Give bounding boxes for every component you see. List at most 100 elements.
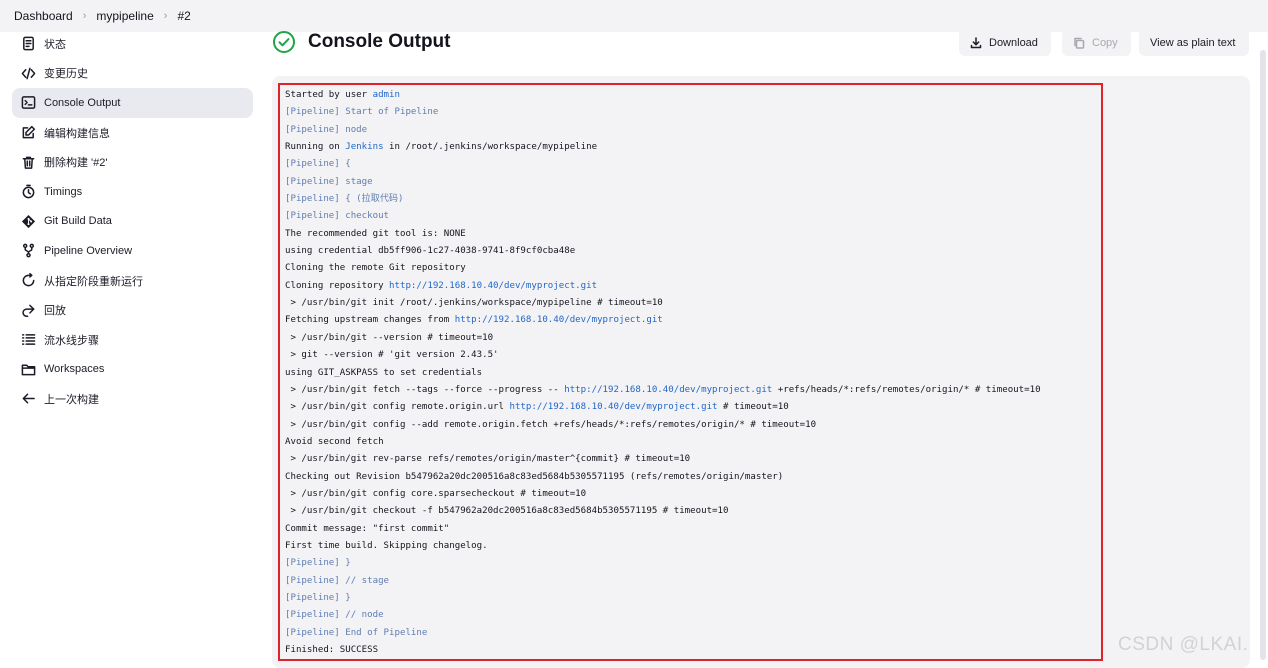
sidebar-item-label: 上一次构建 [44, 393, 99, 406]
console-text: in /root/.jenkins/workspace/mypipeline [383, 142, 598, 153]
console-line: [Pipeline] // stage [285, 573, 1100, 590]
sidebar: 状态 变更历史 Console Output 编辑构建信息 删除构建 '#2' … [12, 29, 253, 414]
console-text: Checking out Revision b547962a20dc200516… [285, 471, 784, 482]
console-line: > git --version # 'git version 2.43.5' [285, 347, 1100, 364]
console-text: # timeout=10 [717, 402, 789, 413]
watermark: CSDN @LKAI. [1118, 634, 1249, 655]
pipeline-step-text: [Pipeline] } [285, 558, 351, 569]
console-line: [Pipeline] node [285, 122, 1100, 139]
code-icon [20, 65, 36, 81]
sidebar-item-git-build-data[interactable]: Git Build Data [12, 207, 253, 237]
download-icon [970, 36, 982, 48]
console-line: [Pipeline] Start of Pipeline [285, 104, 1100, 121]
console-output: Started by user admin [Pipeline] Start of… [285, 87, 1100, 659]
sidebar-item-pipeline-steps[interactable]: 流水线步骤 [12, 325, 253, 355]
sidebar-item-workspaces[interactable]: Workspaces [12, 355, 253, 385]
sidebar-item-status[interactable]: 状态 [12, 29, 253, 59]
sidebar-item-delete-build[interactable]: 删除构建 '#2' [12, 147, 253, 177]
download-button[interactable]: Download [959, 29, 1051, 56]
sidebar-item-replay[interactable]: 回放 [12, 295, 253, 325]
pipeline-step-text: [Pipeline] checkout [285, 211, 390, 222]
list-icon [20, 332, 36, 348]
console-text: > /usr/bin/git config --add remote.origi… [285, 419, 817, 430]
console-text: > /usr/bin/git --version # timeout=10 [285, 332, 494, 343]
pipeline-step-text: [Pipeline] Start of Pipeline [285, 107, 439, 118]
console-line: [Pipeline] checkout [285, 208, 1100, 225]
trash-icon [20, 154, 36, 170]
console-text: using credential db5ff906-1c27-4038-9741… [285, 246, 576, 257]
console-line: > /usr/bin/git config core.sparsecheckou… [285, 486, 1100, 503]
console-text: Started by user [285, 90, 373, 100]
console-link[interactable]: http://192.168.10.40/dev/myproject.git [389, 281, 597, 291]
page-title: Console Output [308, 31, 451, 52]
sidebar-item-console-output[interactable]: Console Output [12, 88, 253, 118]
console-link[interactable]: admin [373, 90, 400, 100]
console-line: > /usr/bin/git config remote.origin.url … [285, 399, 1100, 416]
console-line: > /usr/bin/git checkout -f b547962a20dc2… [285, 503, 1100, 520]
console-text: +refs/heads/*:refs/remotes/origin/* # ti… [772, 384, 1041, 395]
console-text: Cloning the remote Git repository [285, 263, 466, 274]
view-plain-text-label: View as plain text [1150, 36, 1236, 49]
console-line: [Pipeline] } [285, 555, 1100, 572]
console-line: [Pipeline] { [285, 156, 1100, 173]
view-plain-text-button[interactable]: View as plain text [1139, 29, 1249, 56]
sidebar-item-label: 删除构建 '#2' [44, 157, 108, 170]
sidebar-item-timings[interactable]: Timings [12, 177, 253, 207]
console-text: > /usr/bin/git init /root/.jenkins/works… [285, 298, 663, 309]
console-link[interactable]: http://192.168.10.40/dev/myproject.git [509, 402, 717, 412]
console-line: Running on Jenkins in /root/.jenkins/wor… [285, 139, 1100, 156]
sidebar-item-restart-from-stage[interactable]: 从指定阶段重新运行 [12, 266, 253, 296]
console-link[interactable]: http://192.168.10.40/dev/myproject.git [455, 315, 663, 325]
breadcrumb: Dashboard › mypipeline › #2 [0, 0, 1268, 32]
console-text: > git --version # 'git version 2.43.5' [285, 350, 499, 361]
folder-icon [20, 361, 36, 377]
sidebar-item-label: Workspaces [44, 363, 105, 376]
sidebar-item-changes[interactable]: 变更历史 [12, 59, 253, 89]
sidebar-item-edit-build-info[interactable]: 编辑构建信息 [12, 118, 253, 148]
console-line: [Pipeline] } [285, 590, 1100, 607]
console-text: The recommended git tool is: NONE [285, 228, 466, 239]
scrollbar[interactable] [1260, 50, 1266, 660]
breadcrumb-job[interactable]: mypipeline [96, 9, 153, 23]
console-line: The recommended git tool is: NONE [285, 226, 1100, 243]
sidebar-item-label: Pipeline Overview [44, 244, 133, 257]
console-line: > /usr/bin/git rev-parse refs/remotes/or… [285, 451, 1100, 468]
console-line: > /usr/bin/git config --add remote.origi… [285, 417, 1100, 434]
console-link[interactable]: http://192.168.10.40/dev/myproject.git [564, 385, 772, 395]
arrow-left-icon [20, 391, 36, 407]
replay-icon [20, 302, 36, 318]
pipeline-icon [20, 243, 36, 259]
console-text: using GIT_ASKPASS to set credentials [285, 367, 483, 378]
console-line: First time build. Skipping changelog. [285, 538, 1100, 555]
pipeline-step-text: [Pipeline] node [285, 124, 368, 135]
success-check-icon [273, 31, 295, 53]
console-line: using GIT_ASKPASS to set credentials [285, 365, 1100, 382]
console-text: Running on [285, 142, 346, 153]
sidebar-item-pipeline-overview[interactable]: Pipeline Overview [12, 236, 253, 266]
console-line: Avoid second fetch [285, 434, 1100, 451]
console-text: Finished: SUCCESS [285, 645, 379, 655]
console-line: using credential db5ff906-1c27-4038-9741… [285, 243, 1100, 260]
console-line: Checking out Revision b547962a20dc200516… [285, 469, 1100, 486]
chevron-right-icon: › [82, 10, 87, 22]
console-text: Avoid second fetch [285, 436, 384, 447]
console-text: Commit message: "first commit" [285, 523, 450, 534]
restart-icon [20, 273, 36, 289]
breadcrumb-dashboard[interactable]: Dashboard [14, 9, 73, 23]
sidebar-item-previous-build[interactable]: 上一次构建 [12, 384, 253, 414]
console-text: > /usr/bin/git rev-parse refs/remotes/or… [285, 454, 691, 465]
sidebar-item-label: 编辑构建信息 [44, 127, 110, 140]
console-line: Commit message: "first commit" [285, 521, 1100, 538]
sidebar-item-label: 流水线步骤 [44, 334, 99, 347]
sidebar-item-label: Timings [44, 185, 83, 198]
console-link[interactable]: Jenkins [345, 142, 383, 152]
sidebar-item-label: Git Build Data [44, 215, 112, 228]
copy-label: Copy [1092, 36, 1118, 49]
console-line: Finished: SUCCESS [285, 642, 1100, 659]
document-icon [20, 36, 36, 52]
stopwatch-icon [20, 184, 36, 200]
console-line: Cloning repository http://192.168.10.40/… [285, 278, 1100, 295]
breadcrumb-build[interactable]: #2 [177, 9, 190, 23]
console-line: [Pipeline] End of Pipeline [285, 625, 1100, 642]
copy-button[interactable]: Copy [1062, 29, 1131, 56]
